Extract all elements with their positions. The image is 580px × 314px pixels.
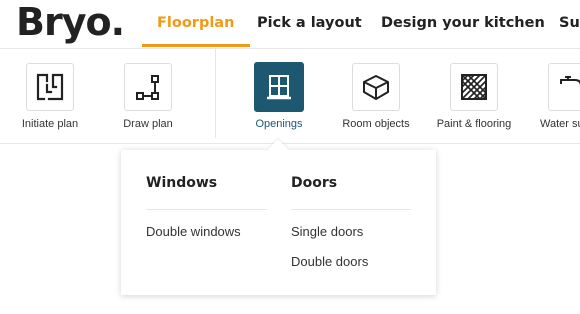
menu-item-double-doors[interactable]: Double doors [291,254,368,269]
menu-item-double-windows[interactable]: Double windows [146,224,241,239]
windows-divider [146,209,267,210]
tab-pick-a-layout[interactable]: Pick a layout [257,0,362,46]
openings-dropdown-panel: Windows Double windows Doors Single door… [121,150,436,295]
active-tab-indicator [142,44,251,47]
tool-room-objects[interactable]: Room objects [326,49,426,143]
draw-line-icon [136,75,159,100]
doors-divider [291,209,411,210]
tab-floorplan[interactable]: Floorplan [142,0,251,47]
window-icon [267,75,291,100]
tab-floorplan-label: Floorplan [157,15,235,31]
cube-icon [363,75,389,100]
tool-initiate-plan-button[interactable] [26,63,74,111]
tab-design-your-kitchen[interactable]: Design your kitchen [381,0,545,46]
tool-paint-flooring-label: Paint & flooring [436,118,512,130]
floor-pattern-icon [461,74,487,100]
tool-openings[interactable]: Openings [229,49,329,143]
tab-sur-label: Sur [559,15,580,31]
brand-logo[interactable]: Bryo. [16,0,125,45]
top-navigation-bar: Bryo. Floorplan Pick a layout Design you… [0,0,580,49]
tool-water-supply-button[interactable] [548,63,580,111]
tool-paint-flooring[interactable]: Paint & flooring [424,49,524,143]
tool-openings-label: Openings [255,118,303,130]
tool-toolbar: Initiate plan Draw plan Openings Room ob… [0,49,580,144]
tool-water-supply[interactable]: Water su [522,49,580,143]
tool-room-objects-label: Room objects [342,118,410,130]
tool-initiate-plan[interactable]: Initiate plan [0,49,100,143]
doors-heading: Doors [291,175,338,191]
menu-item-single-doors[interactable]: Single doors [291,224,363,239]
tool-draw-plan-button[interactable] [124,63,172,111]
tool-initiate-plan-label: Initiate plan [21,118,79,130]
windows-heading: Windows [146,175,218,191]
tool-paint-flooring-button[interactable] [450,63,498,111]
toolbar-divider [215,49,216,138]
tab-pick-a-layout-label: Pick a layout [257,15,362,31]
floorplan-icon [36,73,64,101]
tool-water-supply-label: Water su [540,118,580,130]
tab-sur[interactable]: Sur [559,0,580,46]
tool-openings-button[interactable] [254,62,304,112]
tool-room-objects-button[interactable] [352,63,400,111]
tool-draw-plan-label: Draw plan [123,118,173,130]
faucet-icon [560,76,580,88]
tab-design-your-kitchen-label: Design your kitchen [381,15,545,31]
tool-draw-plan[interactable]: Draw plan [98,49,198,143]
